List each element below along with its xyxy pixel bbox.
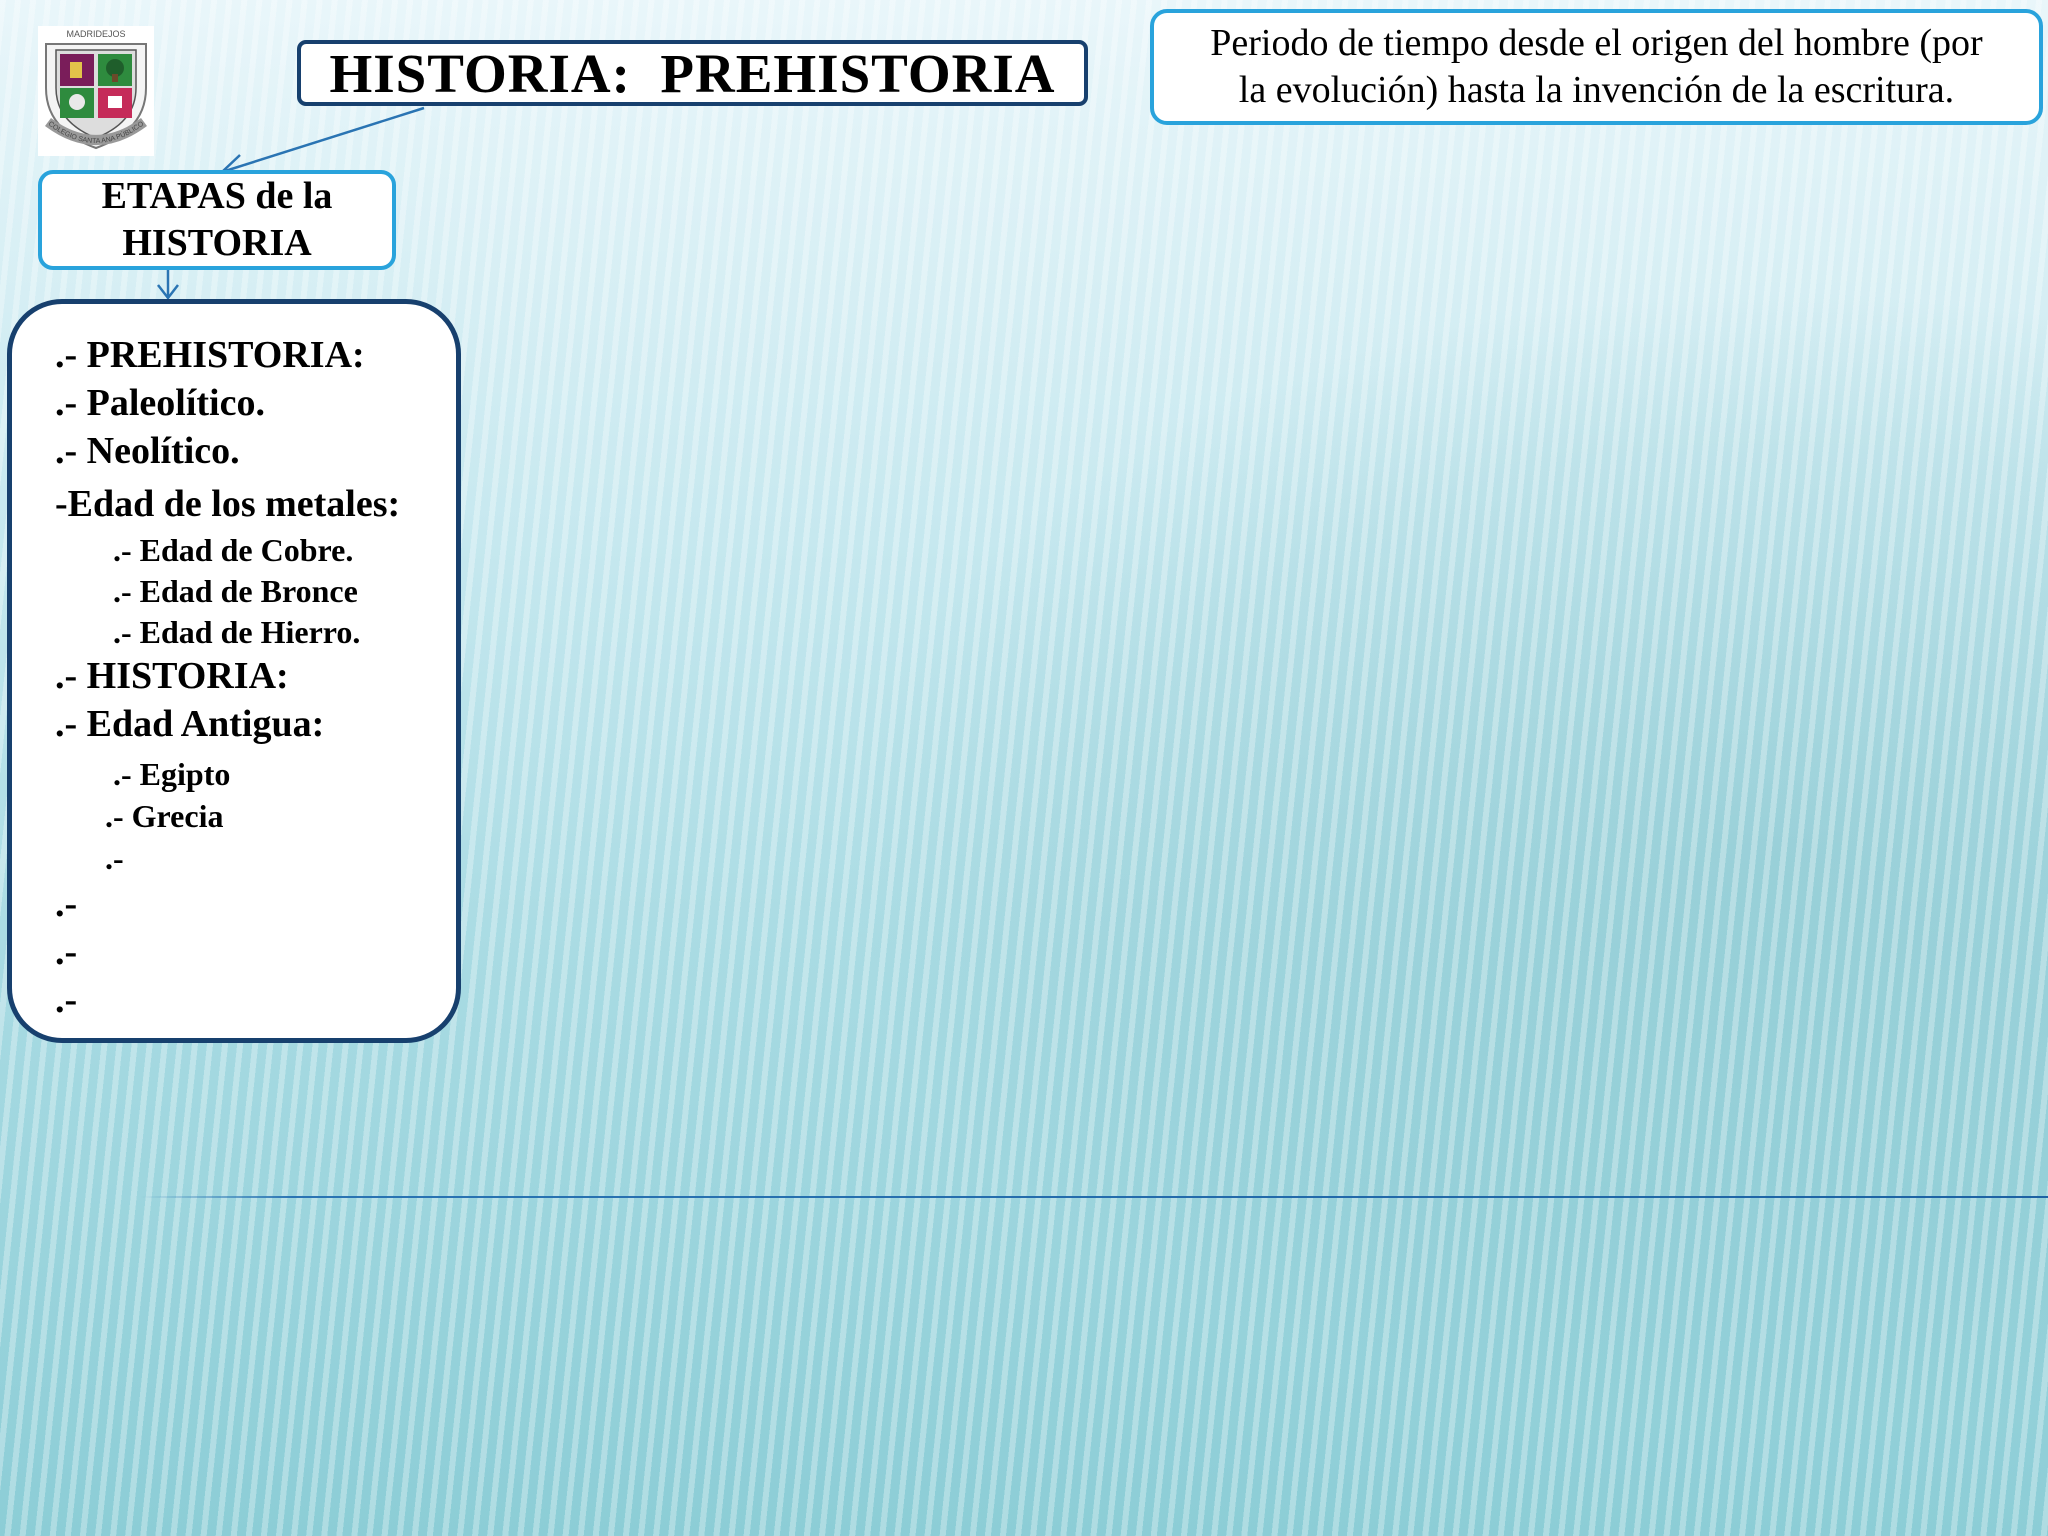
- list-item-historia: .- HISTORIA:: [55, 655, 289, 697]
- list-item-edad-metales: -Edad de los metales:: [55, 483, 401, 525]
- list-item-egipto: .- Egipto: [113, 756, 231, 792]
- horizontal-divider-line: [140, 1196, 2048, 1198]
- list-item-empty: .-: [55, 931, 78, 973]
- svg-text:MADRIDEJOS: MADRIDEJOS: [66, 29, 125, 39]
- stages-list-box: .- PREHISTORIA: .- Paleolítico. .- Neolí…: [7, 299, 461, 1043]
- list-item-paleolitico: .- Paleolítico.: [55, 382, 265, 424]
- list-item-edad-hierro: .- Edad de Hierro.: [113, 614, 361, 650]
- title-to-etapas-arrow: [221, 106, 425, 174]
- page-title-text: HISTORIA: PREHISTORIA: [329, 42, 1056, 104]
- list-item-empty: .-: [55, 883, 78, 925]
- list-item-empty: .-: [105, 840, 124, 876]
- definition-box: Periodo de tiempo desde el origen del ho…: [1150, 9, 2043, 125]
- list-item-neolitico: .- Neolítico.: [55, 430, 240, 472]
- list-item-empty: .-: [55, 979, 78, 1021]
- definition-text: Periodo de tiempo desde el origen del ho…: [1210, 22, 1983, 111]
- list-item-edad-cobre: .- Edad de Cobre.: [113, 532, 354, 568]
- etapas-to-list-arrowhead: [157, 284, 179, 301]
- list-item-prehistoria: .- PREHISTORIA:: [55, 334, 365, 376]
- page-title: HISTORIA: PREHISTORIA: [297, 40, 1088, 106]
- etapas-box: ETAPAS de la HISTORIA: [38, 170, 396, 270]
- list-item-grecia: .- Grecia: [105, 798, 224, 834]
- etapas-text: ETAPAS de la HISTORIA: [101, 175, 333, 264]
- list-item-edad-bronce: .- Edad de Bronce: [113, 573, 358, 609]
- list-item-edad-antigua: .- Edad Antigua:: [55, 703, 325, 745]
- school-logo: MADRIDEJOS COLEGIO SANTA ANA PÚBLICO: [38, 26, 154, 156]
- school-crest-icon: MADRIDEJOS COLEGIO SANTA ANA PÚBLICO: [38, 26, 154, 156]
